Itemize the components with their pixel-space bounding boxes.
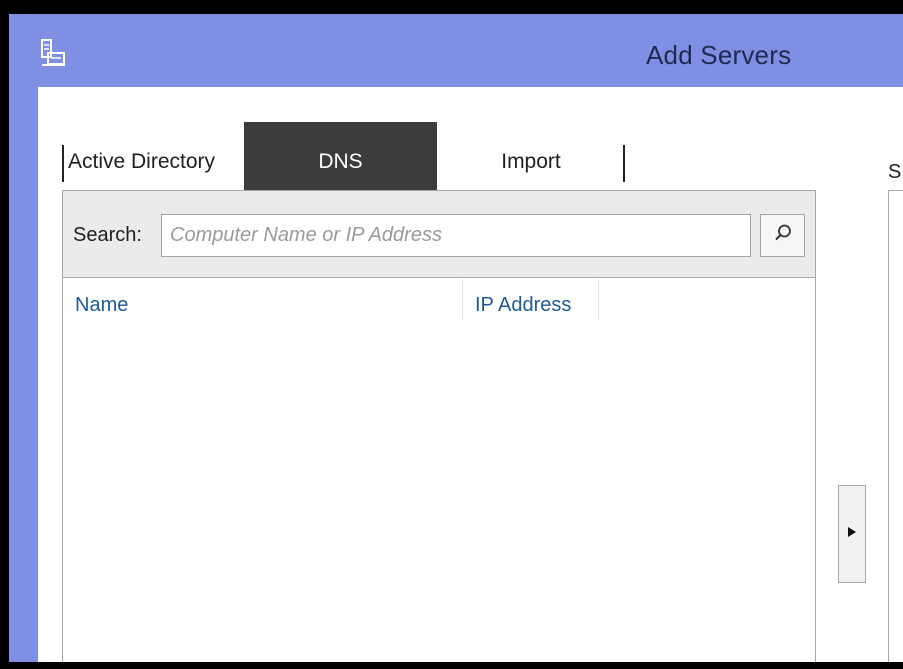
title-bar: Add Servers <box>9 14 903 87</box>
column-divider[interactable] <box>462 279 463 319</box>
column-header-ip-address[interactable]: IP Address <box>475 294 571 317</box>
results-list[interactable] <box>63 326 815 662</box>
tab-active-directory[interactable]: Active Directory <box>68 122 243 190</box>
column-header-name[interactable]: Name <box>75 294 128 317</box>
source-tabs: Active Directory DNS Import <box>38 122 738 190</box>
window-title: Add Servers <box>646 40 792 70</box>
dialog-content: Active Directory DNS Import Search: Comp… <box>38 87 903 662</box>
right-triangle-icon <box>847 525 857 543</box>
search-bar: Search: <box>63 191 815 278</box>
tab-import[interactable]: Import <box>438 122 624 190</box>
selected-panel-heading: S <box>888 161 902 183</box>
tab-separator <box>623 145 625 182</box>
tab-dns[interactable]: DNS <box>244 122 437 190</box>
search-button[interactable] <box>760 214 805 257</box>
search-label: Search: <box>73 224 142 246</box>
column-divider[interactable] <box>598 279 599 319</box>
screenshot-frame: Add Servers Active Directory DNS Import … <box>0 0 903 669</box>
results-column-header: Name IP Address <box>63 279 815 326</box>
add-selected-button[interactable] <box>838 485 866 583</box>
search-input[interactable] <box>161 214 751 257</box>
add-servers-dialog: Add Servers Active Directory DNS Import … <box>9 14 903 662</box>
selected-servers-panel <box>888 190 903 662</box>
tab-separator <box>62 145 64 182</box>
search-results-panel: Search: Name IP Address <box>62 190 816 662</box>
search-icon <box>773 223 793 248</box>
server-manager-icon <box>39 38 67 68</box>
